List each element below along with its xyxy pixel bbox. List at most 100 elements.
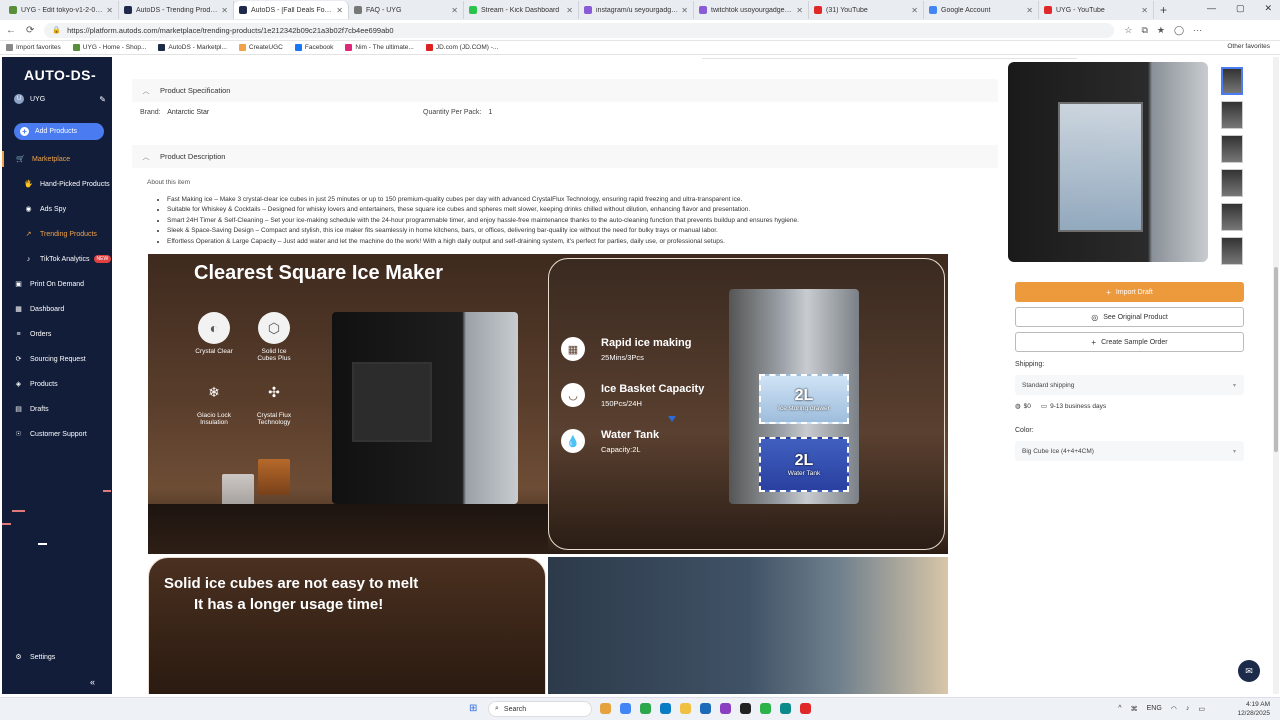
taskbar-app-icon[interactable] xyxy=(660,703,671,714)
bookmark-item[interactable]: CreateUGC xyxy=(238,44,283,51)
shipping-select[interactable]: Standard shipping ▾ xyxy=(1015,375,1244,395)
browser-tab[interactable]: UYG - Edit tokyo-v1-2-0 · Shopify✕ xyxy=(4,1,119,19)
close-tab-icon[interactable]: ✕ xyxy=(681,6,688,15)
sidebar-item-dashboard[interactable]: ▦ Dashboard xyxy=(2,301,112,317)
network-icon[interactable]: ⌘ xyxy=(1131,705,1138,713)
bookmark-item[interactable]: AutoDS - Marketpl... xyxy=(158,44,227,51)
taskbar-app-icon[interactable] xyxy=(620,703,631,714)
sidebar-item-sourcing-request[interactable]: ⟳ Sourcing Request xyxy=(2,351,112,367)
sidebar-item-ads-spy[interactable]: ◉ Ads Spy xyxy=(2,201,112,217)
sidebar-item-hand-picked-products[interactable]: 🖐 Hand-Picked Products xyxy=(2,176,112,192)
close-tab-icon[interactable]: ✕ xyxy=(106,6,113,15)
sidebar-item-label: Ads Spy xyxy=(40,205,67,213)
battery-icon[interactable]: ▭ xyxy=(1198,705,1205,713)
close-tab-icon[interactable]: ✕ xyxy=(1026,6,1033,15)
close-window-icon[interactable]: ✕ xyxy=(1264,3,1272,14)
close-tab-icon[interactable]: ✕ xyxy=(566,6,573,15)
page-scrollbar[interactable] xyxy=(1273,57,1279,694)
product-thumbnail[interactable] xyxy=(1221,67,1243,95)
section-title: Product Description xyxy=(160,152,226,161)
bookmark-item[interactable]: Nim - The ultimate... xyxy=(345,44,414,51)
create-sample-order-button[interactable]: + Create Sample Order xyxy=(1015,332,1244,352)
product-thumbnail[interactable] xyxy=(1221,169,1243,197)
browser-tab[interactable]: AutoDS - [Fall Deals For You] Ant✕ xyxy=(234,1,349,19)
clock[interactable]: 4:19 AM 12/28/2025 xyxy=(1237,700,1270,718)
new-tab-icon[interactable]: + xyxy=(1160,3,1167,17)
color-select[interactable]: Big Cube Ice (4+4+4CM) ▾ xyxy=(1015,441,1244,461)
add-products-button[interactable]: + Add Products xyxy=(14,123,104,140)
sidebar-item-print-on-demand[interactable]: ▣ Print On Demand xyxy=(2,276,112,292)
close-tab-icon[interactable]: ✕ xyxy=(911,6,918,15)
browser-tab[interactable]: instagram/u seyourgadgets.store✕ xyxy=(579,1,694,19)
taskbar-app-icon[interactable] xyxy=(800,703,811,714)
browser-tab[interactable]: twitchtok usoyourgadgets.store✕ xyxy=(694,1,809,19)
chevron-up-icon[interactable]: ^ xyxy=(1118,705,1121,713)
water-tank-highlight: 2L Water Tank xyxy=(759,437,849,492)
browser-tab[interactable]: (31) YouTube ✕ xyxy=(809,1,924,19)
taskbar-app-icon[interactable] xyxy=(700,703,711,714)
bookmark-item[interactable]: JD.com (JD.COM) -... xyxy=(425,44,498,51)
extensions-icon[interactable]: ⧉ xyxy=(1141,25,1147,36)
close-tab-icon[interactable]: ✕ xyxy=(1141,6,1148,15)
bookmark-item[interactable]: Facebook xyxy=(294,44,333,51)
url-field[interactable]: 🔒 https://platform.autods.com/marketplac… xyxy=(44,22,1115,38)
taskbar-app-icon[interactable] xyxy=(780,703,791,714)
maximize-icon[interactable]: ▢ xyxy=(1236,3,1245,14)
volume-icon[interactable]: ♪ xyxy=(1186,705,1190,713)
see-original-product-button[interactable]: ◎ See Original Product xyxy=(1015,307,1244,327)
avatar: U xyxy=(14,94,24,104)
chat-support-icon[interactable]: ✉ xyxy=(1238,660,1260,682)
profile-icon[interactable]: ◯ xyxy=(1174,25,1184,36)
taskbar-app-icon[interactable] xyxy=(760,703,771,714)
taskbar-app-icon[interactable] xyxy=(740,703,751,714)
favorites-icon[interactable]: ★ xyxy=(1157,25,1165,36)
menu-icon[interactable]: ⋯ xyxy=(1193,25,1202,36)
sidebar-item-orders[interactable]: ≡ Orders xyxy=(2,326,112,342)
import-draft-button[interactable]: + Import Draft xyxy=(1015,282,1244,302)
taskbar-search[interactable]: ⌕ Search xyxy=(488,701,592,717)
star-icon[interactable]: ☆ xyxy=(1124,25,1132,36)
bookmark-item[interactable]: UYG - Home - Shop... xyxy=(72,44,146,51)
taskbar-app-icon[interactable] xyxy=(720,703,731,714)
language-indicator[interactable]: ENG xyxy=(1147,705,1162,713)
reload-icon[interactable]: ⟳ xyxy=(26,25,34,36)
taskbar-app-icon[interactable] xyxy=(640,703,651,714)
autods-logo[interactable]: AUTO-DS- xyxy=(24,67,96,83)
sidebar-item-tiktok-analytics[interactable]: ♪ TikTok Analytics NEW xyxy=(2,251,112,267)
product-thumbnail[interactable] xyxy=(1221,135,1243,163)
taskbar-app-icon[interactable] xyxy=(600,703,611,714)
close-tab-icon[interactable]: ✕ xyxy=(336,6,343,15)
windows-start-icon[interactable]: ⊞ xyxy=(469,703,477,714)
close-tab-icon[interactable]: ✕ xyxy=(796,6,803,15)
tab-title: UYG - Edit tokyo-v1-2-0 · Shopify xyxy=(21,6,103,14)
browser-tab[interactable]: Google Account ✕ xyxy=(924,1,1039,19)
product-main-image[interactable] xyxy=(1008,62,1208,262)
edit-icon[interactable]: ✎ xyxy=(99,95,106,104)
user-menu[interactable]: U UYG ✎ xyxy=(14,94,106,104)
sidebar-item-marketplace[interactable]: 🛒 Marketplace xyxy=(2,151,112,167)
sidebar-item-products[interactable]: ◈ Products xyxy=(2,376,112,392)
sidebar-item-trending-products[interactable]: ↗ Trending Products xyxy=(2,226,112,242)
minimize-icon[interactable]: — xyxy=(1207,3,1216,14)
wifi-icon[interactable]: ◠ xyxy=(1171,705,1177,713)
scrollbar-thumb[interactable] xyxy=(1274,267,1278,452)
product-thumbnail[interactable] xyxy=(1221,101,1243,129)
product-specification-header[interactable]: ︿ Product Specification xyxy=(132,79,998,102)
product-description-header[interactable]: ︿ Product Description xyxy=(132,145,998,168)
taskbar-app-icon[interactable] xyxy=(680,703,691,714)
product-thumbnail[interactable] xyxy=(1221,203,1243,231)
product-thumbnail[interactable] xyxy=(1221,237,1243,265)
browser-tab[interactable]: Stream - Kick Dashboard ✕ xyxy=(464,1,579,19)
sidebar-item-customer-support[interactable]: ☉ Customer Support xyxy=(2,426,112,442)
browser-tab[interactable]: FAQ - UYG ✕ xyxy=(349,1,464,19)
back-icon[interactable]: ← xyxy=(6,25,16,36)
collapse-sidebar-icon[interactable]: « xyxy=(90,677,95,687)
browser-tab[interactable]: UYG - YouTube ✕ xyxy=(1039,1,1154,19)
sidebar-item-settings[interactable]: ⚙ Settings xyxy=(2,649,112,665)
sidebar-item-drafts[interactable]: ▤ Drafts xyxy=(2,401,112,417)
close-tab-icon[interactable]: ✕ xyxy=(451,6,458,15)
browser-tab[interactable]: AutoDS - Trending Products ✕ xyxy=(119,1,234,19)
other-favorites[interactable]: Other favorites xyxy=(1227,43,1270,50)
bookmark-item[interactable]: Import favorites xyxy=(6,44,61,51)
close-tab-icon[interactable]: ✕ xyxy=(221,6,228,15)
